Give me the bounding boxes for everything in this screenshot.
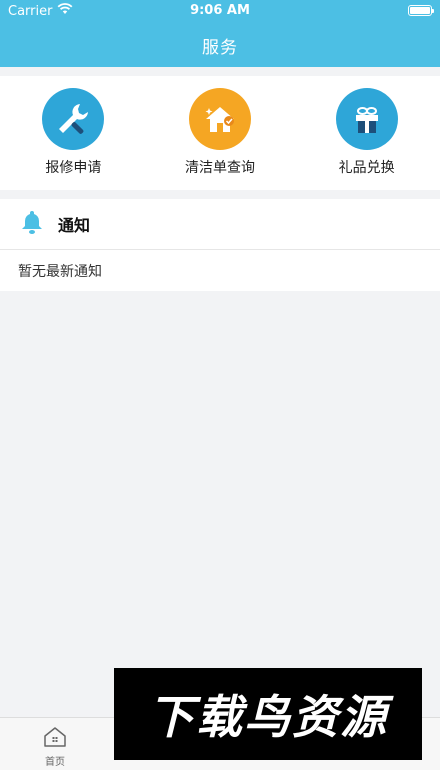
watermark-logo: 下载鸟资源 xyxy=(114,668,422,760)
clock: 9:06 AM xyxy=(190,3,250,18)
tab-home[interactable]: 首页 xyxy=(0,718,110,770)
tab-home-label: 首页 xyxy=(45,757,65,768)
notice-header[interactable]: 通知 xyxy=(0,199,440,250)
repair-request-button[interactable]: 报修申请 xyxy=(13,88,133,177)
app-header: Carrier 9:06 AM 服务 xyxy=(0,0,440,67)
notice-card: 通知 暂无最新通知 xyxy=(0,199,440,291)
watermark-text: 下载鸟资源 xyxy=(148,690,388,744)
gift-exchange-label: 礼品兑换 xyxy=(338,160,395,176)
status-bar: Carrier 9:06 AM xyxy=(0,0,440,22)
gift-exchange-button[interactable]: 礼品兑换 xyxy=(307,88,427,177)
gift-icon xyxy=(335,88,398,150)
bell-icon xyxy=(18,208,46,240)
cleaning-order-query-button[interactable]: 清洁单查询 xyxy=(160,88,280,177)
notice-title: 通知 xyxy=(58,216,91,235)
service-grid: 报修申请 清洁单查询 礼品兑换 xyxy=(0,76,440,190)
notice-empty-text: 暂无最新通知 xyxy=(18,264,102,280)
battery-icon xyxy=(408,5,434,16)
home-icon xyxy=(43,726,67,751)
clean-house-icon xyxy=(188,88,251,150)
wrench-icon xyxy=(42,88,105,150)
repair-request-label: 报修申请 xyxy=(45,160,102,176)
page-title: 服务 xyxy=(202,38,238,58)
cleaning-order-query-label: 清洁单查询 xyxy=(184,160,255,176)
